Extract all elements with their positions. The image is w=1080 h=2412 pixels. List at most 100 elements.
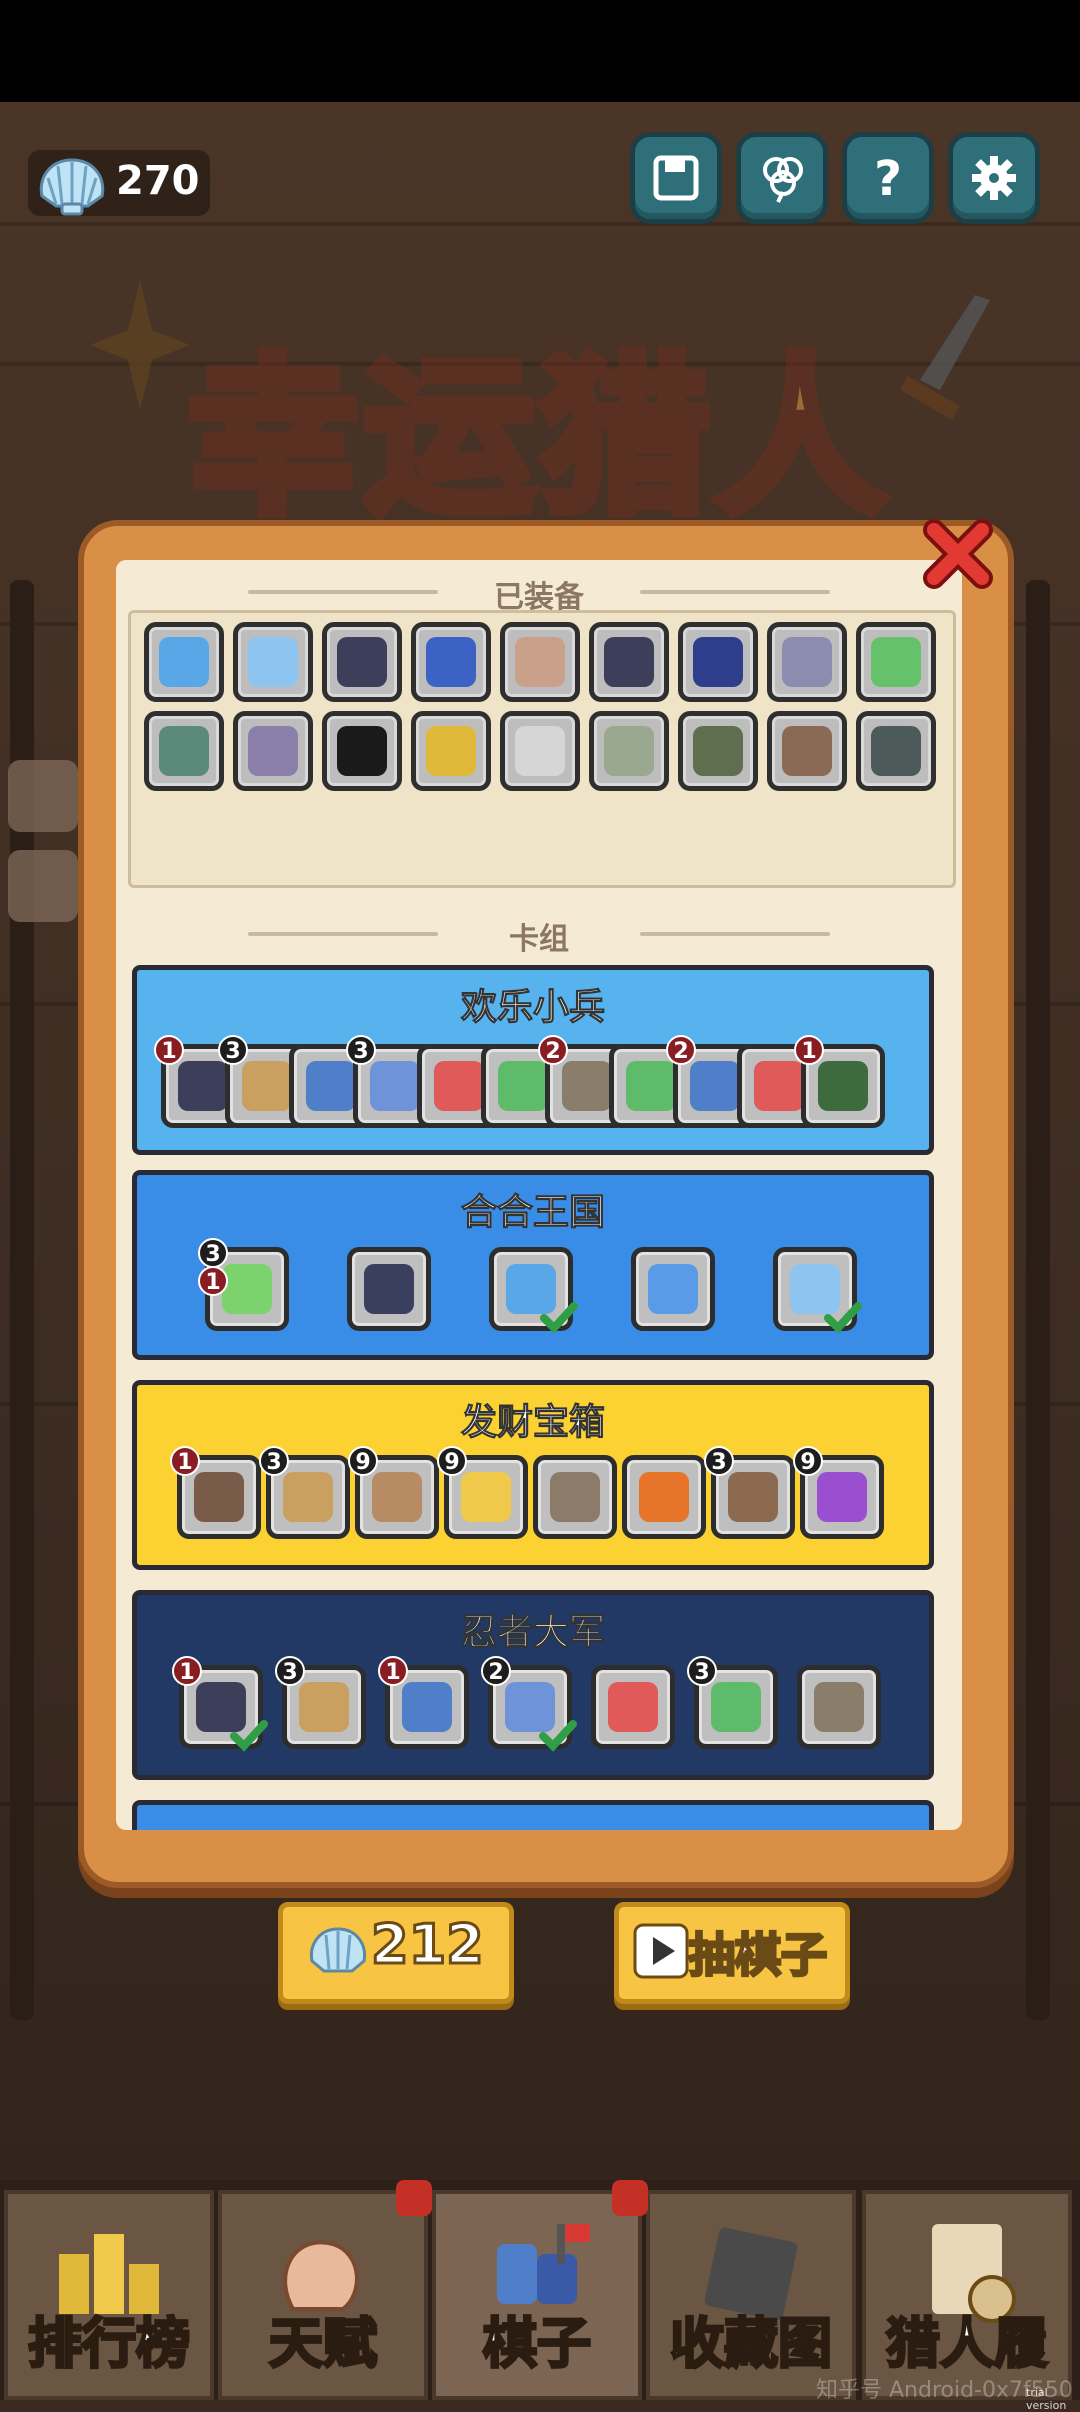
equipped-slot[interactable] xyxy=(767,622,847,702)
green-card-icon xyxy=(626,1061,676,1111)
deck-piece[interactable]: 1 xyxy=(170,1446,261,1539)
blue-soldier-icon xyxy=(306,1061,356,1111)
equipped-slot[interactable] xyxy=(856,622,936,702)
shell-cost: 212 xyxy=(370,1912,486,1978)
help-button[interactable]: ? xyxy=(842,132,934,224)
count-badge: 3 xyxy=(346,1035,376,1065)
count-badge: 3 xyxy=(259,1446,289,1476)
deck-card[interactable]: 忍者大军 1 3 1 2 3 xyxy=(132,1590,934,1780)
deck-piece[interactable]: 9 xyxy=(793,1446,884,1539)
kunai-icon xyxy=(814,1682,864,1732)
purple-chest-icon xyxy=(817,1472,867,1522)
black-f-icon xyxy=(337,726,387,776)
clover-button[interactable] xyxy=(736,132,828,224)
robot-box-icon xyxy=(248,726,298,776)
equipped-slot[interactable] xyxy=(589,711,669,791)
count-badge: 1 xyxy=(378,1656,408,1686)
deck-title: 欢乐小兵 xyxy=(460,987,605,1029)
count-badge: 1 xyxy=(794,1035,824,1065)
ninja-star-icon xyxy=(402,1682,452,1732)
nav-tab[interactable]: 棋子 xyxy=(432,2190,642,2400)
count-badge: 2 xyxy=(481,1656,511,1686)
shell-icon xyxy=(39,158,105,216)
deck-piece[interactable] xyxy=(631,1247,715,1331)
equipped-slot[interactable] xyxy=(144,622,224,702)
deck-piece[interactable] xyxy=(489,1247,578,1334)
settings-button[interactable] xyxy=(948,132,1040,224)
soldier-icon xyxy=(178,1061,228,1111)
count-badge: 1 xyxy=(198,1266,228,1296)
deck-piece[interactable]: 31 xyxy=(198,1238,289,1331)
equipped-slot[interactable] xyxy=(500,622,580,702)
equipped-slot[interactable] xyxy=(411,622,491,702)
equipped-slot[interactable] xyxy=(233,711,313,791)
deck-piece[interactable]: 1 xyxy=(172,1656,268,1752)
nav-tab-label: 棋子 xyxy=(482,2311,593,2377)
green-slime-icon xyxy=(222,1264,272,1314)
close-icon[interactable] xyxy=(918,514,998,594)
ninja-icon xyxy=(337,637,387,687)
deck-title: 忍者大军 xyxy=(460,1612,605,1654)
steam-button[interactable] xyxy=(8,850,78,922)
save-icon xyxy=(653,155,699,201)
deck-card[interactable]: 合合王国 3 1 xyxy=(132,1170,934,1360)
deck-card[interactable]: 发财宝箱 1 3 9 9 3 9 xyxy=(132,1380,934,1570)
equipped-slot[interactable] xyxy=(767,711,847,791)
nav-tab[interactable]: 排行榜 xyxy=(4,2190,214,2400)
equipped-slot[interactable] xyxy=(322,622,402,702)
thief-icon xyxy=(194,1472,244,1522)
deck-piece[interactable] xyxy=(773,1247,862,1334)
nav-tab[interactable]: 天赋 xyxy=(218,2190,428,2400)
equipped-slot[interactable] xyxy=(411,711,491,791)
green-witch-icon xyxy=(159,726,209,776)
deck-piece[interactable] xyxy=(347,1247,431,1331)
pickaxe-icon xyxy=(550,1472,600,1522)
deck-card[interactable]: 欢乐小兵 1 3 3 2 2 1 xyxy=(132,965,934,1155)
count-badge: 2 xyxy=(666,1035,696,1065)
white-mech-icon xyxy=(515,726,565,776)
count-badge: 2 xyxy=(538,1035,568,1065)
equipped-slot[interactable] xyxy=(322,711,402,791)
equipped-slot[interactable] xyxy=(678,622,758,702)
equipped-slot[interactable] xyxy=(589,622,669,702)
deck-piece[interactable]: 9 xyxy=(437,1446,528,1539)
sword-icon xyxy=(900,295,990,420)
clover-icon xyxy=(763,157,803,203)
deck-piece[interactable]: 1 xyxy=(794,1035,885,1128)
deck-card[interactable] xyxy=(132,1800,934,1830)
svg-text:?: ? xyxy=(874,151,902,205)
draw-pieces-button[interactable]: 抽棋子 xyxy=(614,1902,850,2004)
key-icon xyxy=(639,1472,689,1522)
deck-piece[interactable]: 3 xyxy=(704,1446,795,1539)
equipped-slot[interactable] xyxy=(233,622,313,702)
deck-piece[interactable] xyxy=(797,1665,881,1749)
deck-piece[interactable]: 2 xyxy=(481,1656,577,1752)
notification-dot xyxy=(396,2180,432,2216)
equipped-slot[interactable] xyxy=(500,711,580,791)
blue-question-icon xyxy=(159,637,209,687)
deck-piece[interactable] xyxy=(591,1665,675,1749)
equipped-slot[interactable] xyxy=(678,711,758,791)
save-button[interactable] xyxy=(630,132,722,224)
deck-piece[interactable]: 3 xyxy=(687,1656,778,1749)
buy-with-shells-button[interactable]: 212 xyxy=(278,1902,514,2004)
deck-piece[interactable]: 3 xyxy=(259,1446,350,1539)
cowboy-icon xyxy=(364,1264,414,1314)
deck-piece[interactable] xyxy=(533,1455,617,1539)
deck-piece[interactable]: 1 xyxy=(378,1656,469,1749)
deck-piece[interactable] xyxy=(622,1455,706,1539)
equipped-slot[interactable] xyxy=(144,711,224,791)
nav-tab[interactable]: 猎人履 xyxy=(862,2190,1072,2400)
nav-tab[interactable]: 收藏图 xyxy=(646,2190,856,2400)
check-icon xyxy=(539,1720,577,1752)
qq-button[interactable] xyxy=(8,760,78,832)
helmet-soldier-icon xyxy=(370,1061,420,1111)
deck-piece[interactable]: 9 xyxy=(348,1446,439,1539)
deck-piece[interactable]: 3 xyxy=(275,1656,366,1749)
flag-icon xyxy=(608,1682,658,1732)
yellow-mech-icon xyxy=(426,726,476,776)
ninja-sword-icon xyxy=(604,637,654,687)
equipped-slot[interactable] xyxy=(856,711,936,791)
gear-icon xyxy=(972,156,1016,200)
check-icon xyxy=(824,1302,862,1334)
